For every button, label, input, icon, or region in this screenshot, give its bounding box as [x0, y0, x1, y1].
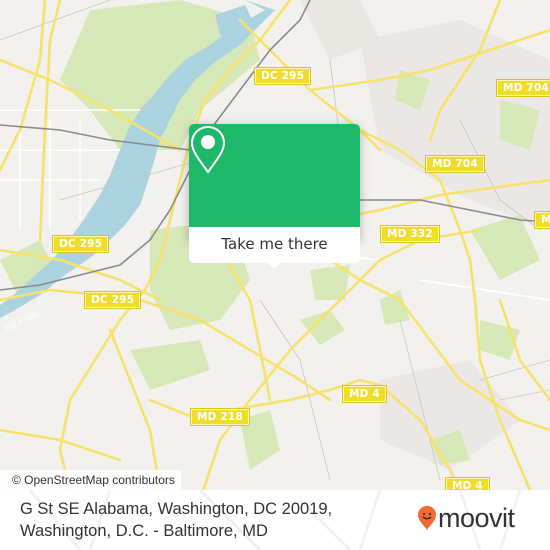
- footer: G St SE Alabama, Washington, DC 20019, W…: [0, 490, 550, 550]
- address-line-1: G St SE Alabama, Washington, DC 20019,: [20, 500, 333, 518]
- moovit-logo[interactable]: moovit: [417, 504, 515, 532]
- road-shield-md704: MD 704: [496, 79, 550, 97]
- moovit-pin-icon: [418, 506, 436, 530]
- address-text: G St SE Alabama, Washington, DC 20019, W…: [20, 498, 350, 542]
- address-line-2: Washington, D.C. - Baltimore, MD: [20, 522, 268, 540]
- road-shield-md4: MD 4: [342, 385, 387, 403]
- map-view[interactable]: DC 295 DC 295 DC 295 MD 704 MD 704 MD 33…: [0, 0, 550, 490]
- moovit-wordmark: moovit: [438, 503, 515, 533]
- road-shield-md704: MD 704: [425, 155, 485, 173]
- road-shield-dc295: DC 295: [83, 291, 142, 309]
- road-shield-md332: MD 332: [380, 225, 440, 243]
- road-shield-md: MD: [534, 211, 550, 229]
- road-shield-md4: MD 4: [445, 477, 490, 490]
- road-shield-dc295: DC 295: [253, 67, 312, 85]
- map-attribution[interactable]: © OpenStreetMap contributors: [0, 470, 181, 490]
- road-shield-md218: MD 218: [190, 408, 250, 426]
- popup-pointer: [267, 262, 281, 269]
- road-shield-dc295: DC 295: [51, 235, 110, 253]
- location-popup: Take me there: [189, 124, 360, 269]
- location-pin-icon: [190, 125, 226, 174]
- popup-header: [189, 124, 360, 227]
- take-me-there-button[interactable]: Take me there: [189, 227, 360, 263]
